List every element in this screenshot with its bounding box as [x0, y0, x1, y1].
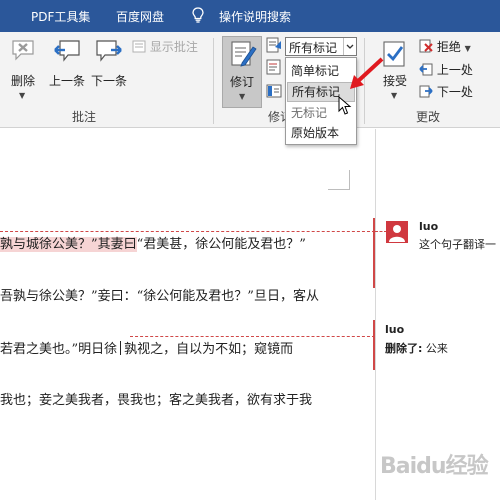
mouse-cursor-icon	[338, 96, 352, 115]
markup-option-original[interactable]: 原始版本	[287, 123, 355, 143]
reject-label: 拒绝	[436, 40, 461, 54]
show-markup-icon[interactable]	[266, 59, 282, 75]
deleted-text: 公来	[425, 342, 448, 355]
delete-label: 删除	[10, 74, 35, 88]
markup-display-value: 所有标记	[289, 41, 338, 55]
changes-group-label: 更改	[416, 110, 441, 124]
change-indicator-bar	[373, 320, 375, 370]
previous-comment-icon	[54, 40, 80, 62]
comment-connector-line	[0, 231, 375, 232]
red-arrow-annotation	[350, 57, 384, 89]
next-comment-label: 下一条	[90, 74, 127, 88]
document-line-3: 若君之美也。”明日徐 孰视之，自以为不如；窥镜而	[0, 338, 293, 357]
track-changes-button[interactable]: 修订 ▼	[222, 36, 262, 108]
previous-change-icon	[419, 63, 433, 76]
track-changes-label: 修订	[229, 75, 254, 89]
document-line-4: 我也；妾之美我者，畏我也；客之美我者，欲有求于我	[0, 393, 313, 408]
chevron-down-icon: ▼	[239, 92, 246, 101]
previous-change-button[interactable]: 上一处	[419, 61, 473, 79]
markup-display-select[interactable]: 所有标记	[285, 37, 357, 56]
document-line-3-head: 若君之美也。”明日徐	[0, 342, 118, 357]
previous-comment-button[interactable]: 上一条	[46, 36, 88, 88]
page-margin-corner	[328, 170, 350, 190]
track-changes-icon	[231, 41, 257, 67]
next-change-icon	[419, 85, 433, 98]
comment-author: luo	[419, 220, 439, 233]
display-for-review-icon[interactable]	[266, 37, 282, 53]
lightbulb-icon	[192, 7, 204, 23]
document-page[interactable]	[0, 129, 375, 500]
change-type-label: 删除了:	[385, 342, 423, 355]
previous-change-label: 上一处	[436, 63, 473, 77]
next-change-button[interactable]: 下一处	[419, 83, 473, 101]
chevron-down-icon: ▼	[391, 91, 398, 100]
chevron-down-icon: ▼	[464, 44, 471, 53]
ribbon: 删除 ▼ 上一条 下一条 显示批注 批注 修订 ▼ 修订 接受 ▼ 拒绝 ▼ 上…	[0, 32, 500, 128]
tell-me-search[interactable]: 操作说明搜索	[219, 8, 291, 25]
tab-baidu-netdisk[interactable]: 百度网盘	[116, 8, 164, 25]
chevron-down-icon[interactable]	[343, 38, 356, 55]
next-comment-icon	[96, 40, 122, 62]
reject-button[interactable]: 拒绝 ▼	[419, 38, 471, 56]
change-description: 删除了: 公来	[385, 340, 448, 356]
chevron-down-icon: ▼	[19, 91, 26, 100]
document-line-1-tail: “君美甚，徐公何能及君也？”	[136, 237, 306, 252]
text-cursor	[120, 341, 122, 355]
ribbon-tab-bar: PDF工具集 百度网盘 操作说明搜索	[0, 0, 500, 32]
group-separator	[213, 38, 214, 124]
comment-text[interactable]: 这个句子翻译一	[419, 236, 496, 252]
reject-icon	[419, 39, 433, 53]
delete-comment-icon	[12, 40, 34, 61]
show-comments-label: 显示批注	[149, 40, 198, 54]
previous-comment-label: 上一条	[48, 74, 85, 88]
comment-indicator-bar	[373, 218, 375, 288]
next-comment-button[interactable]: 下一条	[88, 36, 130, 88]
document-line-3-tail: 孰视之，自以为不如；窥镜而	[124, 342, 294, 357]
change-author: luo	[385, 323, 405, 336]
markup-option-simple[interactable]: 简单标记	[287, 61, 355, 81]
user-icon	[389, 225, 405, 242]
comments-group-label: 批注	[72, 110, 97, 124]
watermark: Baidu经验	[380, 454, 489, 479]
show-comments-button[interactable]: 显示批注	[132, 38, 198, 56]
deletion-connector-line	[130, 336, 375, 337]
reviewing-pane-icon[interactable]	[266, 83, 282, 99]
show-comments-icon	[132, 40, 146, 53]
tab-pdf-tools[interactable]: PDF工具集	[31, 8, 90, 25]
document-line-2: 吾孰与徐公美？”妾曰：“徐公何能及君也？”旦日，客从	[0, 289, 319, 304]
delete-comment-button[interactable]: 删除 ▼	[2, 36, 44, 108]
commented-text-highlight: 孰与城徐公美？”其妻曰	[0, 237, 137, 252]
avatar	[386, 221, 408, 243]
markup-balloon-pane	[375, 129, 500, 500]
document-line-1: 孰与城徐公美？”其妻曰“君美甚，徐公何能及君也？”	[0, 233, 306, 252]
next-change-label: 下一处	[436, 85, 473, 99]
